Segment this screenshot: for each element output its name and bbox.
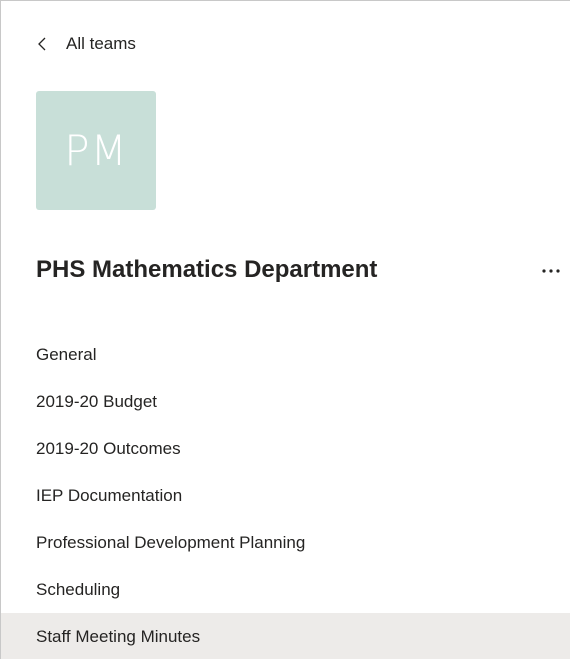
team-name: PHS Mathematics Department [36,256,378,283]
all-teams-back-link[interactable]: All teams [36,31,136,57]
team-panel: All teams PM PHS Mathematics Department … [0,0,570,659]
team-avatar[interactable]: PM [36,91,156,210]
team-avatar-initials: PM [64,126,128,175]
channel-item-professional-development[interactable]: Professional Development Planning [1,519,570,566]
ellipsis-icon [541,262,565,280]
channel-list: General 2019-20 Budget 2019-20 Outcomes … [1,331,570,659]
channel-item-budget[interactable]: 2019-20 Budget [1,378,570,425]
channel-item-iep-documentation[interactable]: IEP Documentation [1,472,570,519]
more-options-button[interactable] [541,257,570,285]
channel-item-staff-meeting-minutes[interactable]: Staff Meeting Minutes [1,613,570,659]
back-link-label: All teams [66,34,136,53]
channel-item-scheduling[interactable]: Scheduling [1,566,570,613]
channel-item-outcomes[interactable]: 2019-20 Outcomes [1,425,570,472]
chevron-left-icon [36,36,50,52]
channel-item-general[interactable]: General [1,331,570,378]
